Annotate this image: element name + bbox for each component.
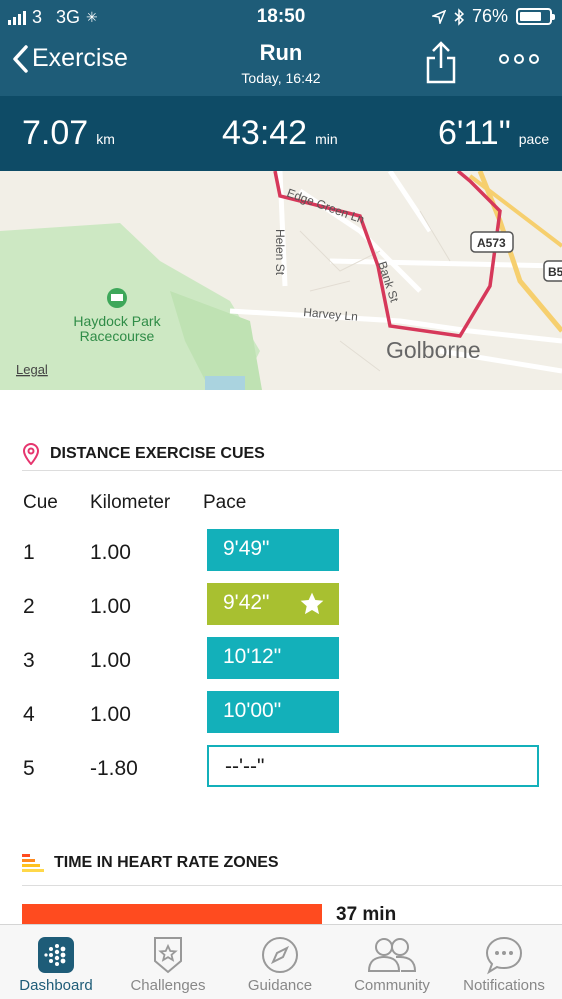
distance-value: 7.07: [22, 114, 89, 152]
hr-zone-bar: [22, 904, 322, 926]
cue-number: 1: [23, 541, 35, 564]
community-people-icon: [367, 938, 417, 972]
tab-challenges[interactable]: Challenges: [112, 933, 224, 994]
cue-number: 4: [23, 703, 35, 726]
nav-bar: Exercise Run Today, 16:42: [0, 34, 562, 96]
cue-pace: 10'00": [207, 691, 339, 733]
cue-pace: 10'12": [207, 637, 339, 679]
table-row: 1 1.00 9'49": [0, 529, 562, 583]
duration-stat: 43:42 min: [222, 114, 338, 153]
tab-label: Dashboard: [19, 977, 93, 994]
divider: [22, 885, 562, 886]
battery-icon: [516, 8, 555, 25]
star-icon: [300, 592, 324, 615]
table-row: 3 1.00 10'12": [0, 637, 562, 691]
table-row: 4 1.00 10'00": [0, 691, 562, 745]
share-button[interactable]: [423, 40, 459, 89]
dashboard-icon: [38, 937, 74, 973]
cue-number: 5: [23, 757, 35, 780]
cue-distance: 1.00: [90, 649, 131, 672]
tab-label: Community: [354, 977, 430, 994]
cue-pace: --'--": [207, 745, 539, 787]
header-pace: Pace: [203, 492, 247, 513]
map-label-harvey: Harvey Ln: [303, 305, 359, 324]
hr-zone-time: 37 min: [336, 904, 397, 925]
cue-table-header: Cue Kilometer Pace: [0, 490, 562, 520]
map-label-b: B5: [548, 265, 562, 279]
heart-rate-zones-icon: [22, 854, 44, 872]
more-dots-icon: [499, 54, 539, 64]
pace-stat: 6'11" pace: [438, 114, 549, 153]
hr-section-header: TIME IN HEART RATE ZONES: [22, 842, 562, 884]
header-cue: Cue: [23, 492, 58, 513]
map-label-racecourse-1: Haydock Park: [73, 313, 161, 329]
divider: [22, 470, 562, 471]
hr-section-title: TIME IN HEART RATE ZONES: [54, 854, 279, 871]
pace-value: 6'11": [438, 114, 511, 152]
map-legal-link: Legal: [16, 362, 48, 377]
tab-dashboard[interactable]: Dashboard: [0, 933, 112, 994]
location-pin-icon: [22, 443, 40, 465]
summary-stats: 7.07 km 43:42 min 6'11" pace: [0, 96, 562, 171]
tab-guidance[interactable]: Guidance: [224, 933, 336, 994]
tab-label: Notifications: [463, 977, 545, 994]
table-row: 5 -1.80 --'--": [0, 745, 562, 799]
location-arrow-icon: [431, 9, 446, 24]
challenges-star-icon: [154, 937, 182, 974]
distance-unit: km: [96, 131, 115, 147]
cue-pace: 9'42": [223, 591, 270, 614]
compass-icon: [262, 937, 298, 973]
status-bar: 3 3G ✳ 18:50 76%: [0, 0, 562, 34]
map-label-edge-green: Edge Green Ln: [285, 186, 366, 227]
map-label-a573: A573: [477, 236, 506, 250]
duration-value: 43:42: [222, 114, 308, 152]
cue-number: 2: [23, 595, 35, 618]
table-row: 2 1.00 9'42": [0, 583, 562, 637]
cues-section-title: DISTANCE EXERCISE CUES: [50, 445, 265, 462]
map-label-golborne: Golborne: [386, 337, 481, 363]
cue-number: 3: [23, 649, 35, 672]
header-kilometer: Kilometer: [90, 492, 171, 513]
pace-unit: pace: [518, 131, 550, 147]
cue-distance: 1.00: [90, 703, 131, 726]
tab-notifications[interactable]: Notifications: [448, 933, 560, 994]
page-title: Run: [259, 40, 303, 65]
tab-label: Challenges: [130, 977, 206, 994]
route-map[interactable]: Edge Green Ln Helen St Bank St Harvey Ln…: [0, 171, 562, 390]
tab-community[interactable]: Community: [336, 933, 448, 994]
cue-pace-best: 9'42": [207, 583, 339, 625]
map-label-helen: Helen St: [273, 229, 287, 276]
map-label-racecourse-2: Racecourse: [80, 328, 155, 344]
battery-percent: 76%: [471, 6, 508, 26]
page-subtitle: Today, 16:42: [241, 70, 321, 86]
duration-unit: min: [315, 131, 338, 147]
cues-section-header: DISTANCE EXERCISE CUES: [22, 433, 562, 475]
cue-pace: 9'49": [207, 529, 339, 571]
more-options-button[interactable]: [498, 52, 540, 70]
cue-distance: 1.00: [90, 541, 131, 564]
distance-stat: 7.07 km: [22, 114, 115, 153]
cue-distance: 1.00: [90, 595, 131, 618]
bluetooth-icon: [454, 7, 464, 26]
tab-bar: Dashboard Challenges Guidance Community …: [0, 924, 562, 999]
cue-distance: -1.80: [90, 757, 138, 780]
share-icon: [426, 41, 456, 84]
chat-bubble-icon: [485, 936, 523, 975]
tab-label: Guidance: [247, 977, 313, 994]
